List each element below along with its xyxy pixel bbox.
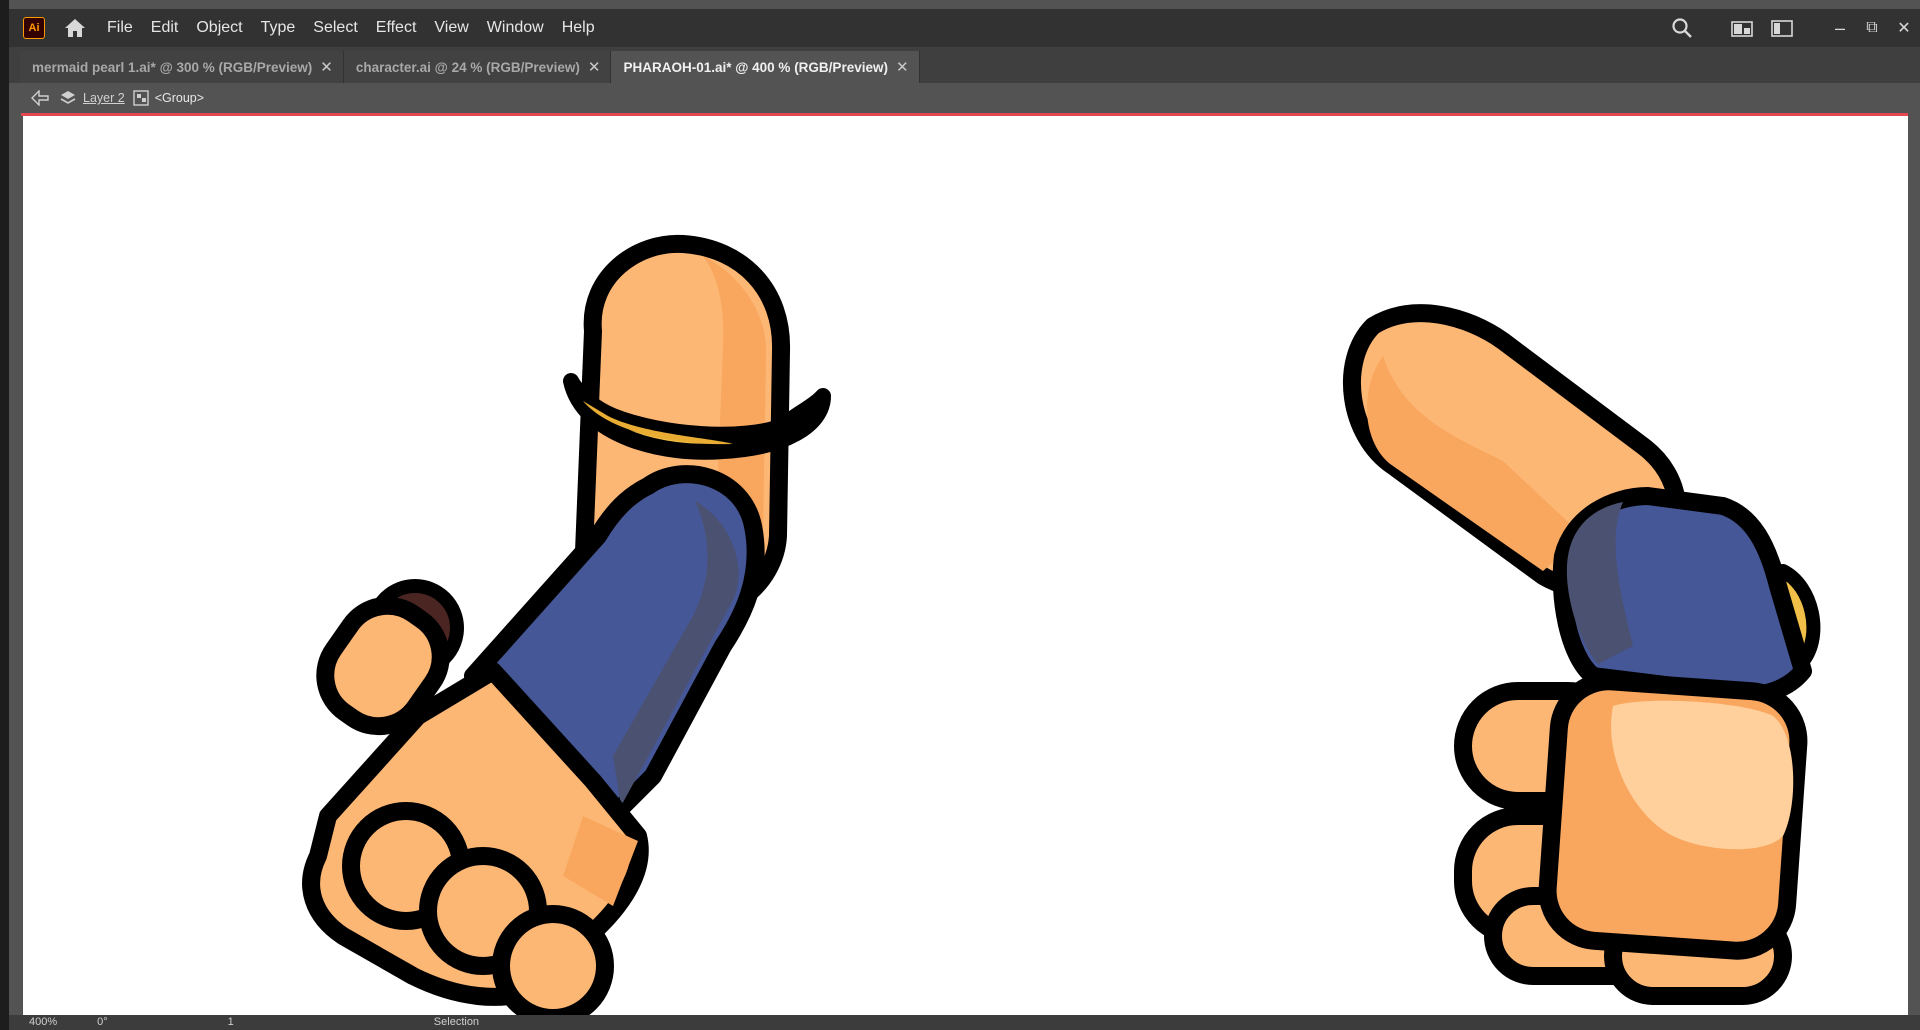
search-button[interactable] bbox=[1666, 12, 1698, 44]
layers-icon bbox=[60, 91, 76, 104]
layer-button[interactable] bbox=[59, 87, 77, 109]
home-icon bbox=[65, 19, 85, 37]
window-left-edge bbox=[0, 0, 9, 1030]
left-finger-3 bbox=[492, 905, 614, 1015]
artboard-canvas[interactable] bbox=[23, 116, 1908, 1015]
zoom-level[interactable]: 400% bbox=[29, 1015, 57, 1029]
illustrator-logo: Ai bbox=[23, 17, 45, 39]
menu-file[interactable]: File bbox=[107, 19, 133, 37]
search-icon bbox=[1672, 18, 1692, 38]
group-button[interactable] bbox=[133, 87, 149, 109]
tab-close-icon[interactable]: ✕ bbox=[588, 58, 601, 76]
home-button[interactable] bbox=[61, 14, 89, 42]
tab-pharaoh[interactable]: PHARAOH-01.ai* @ 400 % (RGB/Preview) ✕ bbox=[611, 51, 920, 83]
status-bar: 400% 0° 1 Selection bbox=[9, 1015, 1920, 1030]
arrange-documents-icon bbox=[1731, 21, 1753, 37]
menu-effect[interactable]: Effect bbox=[376, 19, 417, 37]
isolation-mode-bar: Layer 2 <Group> bbox=[21, 83, 1912, 113]
menu-view[interactable]: View bbox=[434, 19, 468, 37]
workspace-icon bbox=[1771, 20, 1793, 37]
tab-mermaid-pearl[interactable]: mermaid pearl 1.ai* @ 300 % (RGB/Preview… bbox=[20, 51, 344, 83]
tab-close-icon[interactable]: ✕ bbox=[896, 58, 909, 76]
breadcrumb-group[interactable]: <Group> bbox=[155, 91, 204, 105]
group-icon bbox=[133, 90, 149, 106]
tab-label: mermaid pearl 1.ai* @ 300 % (RGB/Preview… bbox=[32, 59, 313, 75]
artwork[interactable] bbox=[23, 116, 1908, 1015]
minimize-button[interactable]: – bbox=[1824, 12, 1856, 44]
window-right-edge bbox=[1908, 83, 1920, 1030]
menu-window[interactable]: Window bbox=[487, 19, 544, 37]
breadcrumb-layer[interactable]: Layer 2 bbox=[83, 91, 125, 105]
workspace-button[interactable] bbox=[1766, 12, 1798, 44]
current-tool[interactable]: Selection bbox=[434, 1015, 479, 1029]
tab-close-icon[interactable]: ✕ bbox=[320, 58, 333, 76]
menu-object[interactable]: Object bbox=[196, 19, 242, 37]
artboard-number[interactable]: 1 bbox=[228, 1015, 234, 1029]
menu-select[interactable]: Select bbox=[313, 19, 357, 37]
menu-edit[interactable]: Edit bbox=[151, 19, 179, 37]
menu-bar: Ai File Edit Object Type Select Effect V… bbox=[9, 9, 1920, 47]
restore-button[interactable]: ⧉ bbox=[1856, 12, 1888, 44]
menu-help[interactable]: Help bbox=[562, 19, 595, 37]
tab-label: character.ai @ 24 % (RGB/Preview) bbox=[355, 59, 580, 75]
tab-label: PHARAOH-01.ai* @ 400 % (RGB/Preview) bbox=[623, 59, 888, 75]
close-window-button[interactable]: ✕ bbox=[1888, 12, 1920, 44]
arrange-documents-button[interactable] bbox=[1726, 12, 1758, 44]
menu-type[interactable]: Type bbox=[261, 19, 296, 37]
back-arrow-icon bbox=[31, 90, 49, 106]
document-tab-bar: mermaid pearl 1.ai* @ 300 % (RGB/Preview… bbox=[9, 47, 1920, 83]
back-button[interactable] bbox=[31, 87, 49, 109]
rotation-level[interactable]: 0° bbox=[97, 1015, 108, 1029]
tab-character[interactable]: character.ai @ 24 % (RGB/Preview) ✕ bbox=[343, 51, 612, 83]
